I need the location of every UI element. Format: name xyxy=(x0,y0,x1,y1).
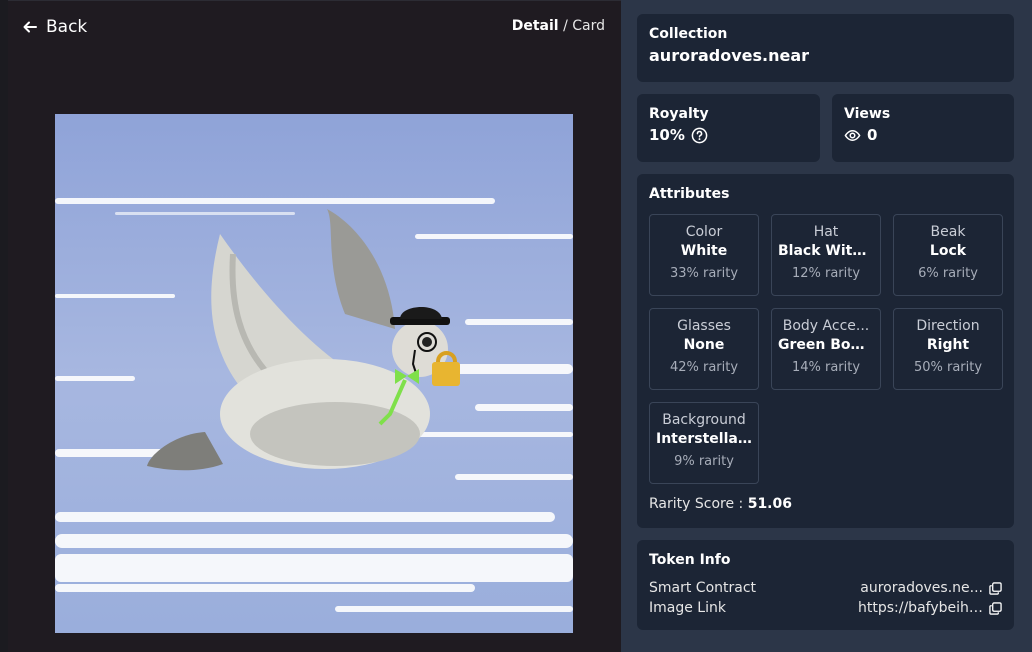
collection-value[interactable]: auroradoves.near xyxy=(649,46,1002,65)
attribute-name: Background xyxy=(662,412,746,428)
attribute-beak[interactable]: Beak Lock 6% rarity xyxy=(893,214,1003,296)
attributes-label: Attributes xyxy=(649,186,730,202)
arrow-left-icon xyxy=(23,21,37,33)
help-icon[interactable] xyxy=(691,127,708,144)
attribute-body-accessory[interactable]: Body Acce... Green Bow... 14% rarity xyxy=(771,308,881,390)
attribute-rarity: 50% rarity xyxy=(913,360,983,375)
breadcrumb-card[interactable]: Card xyxy=(572,18,605,34)
rarity-score-label: Rarity Score : xyxy=(649,496,744,512)
attribute-value: Interstellar... xyxy=(656,431,758,447)
attribute-hat[interactable]: Hat Black With ... 12% rarity xyxy=(771,214,881,296)
breadcrumb-detail: Detail xyxy=(511,18,559,34)
attribute-rarity: 14% rarity xyxy=(791,360,861,375)
rarity-score-value: 51.06 xyxy=(747,496,792,512)
breadcrumb: Detail / Card xyxy=(512,18,605,34)
rarity-score: Rarity Score : 51.06 xyxy=(649,496,792,512)
attribute-name: Glasses xyxy=(677,318,731,334)
breadcrumb-separator: / xyxy=(563,18,568,34)
views-label: Views xyxy=(844,106,891,122)
attribute-background[interactable]: Background Interstellar... 9% rarity xyxy=(649,402,759,484)
attribute-value: Lock xyxy=(929,243,967,259)
smart-contract-label: Smart Contract xyxy=(649,580,757,596)
attribute-name: Direction xyxy=(916,318,980,334)
attribute-name: Beak xyxy=(930,224,966,240)
image-link-label: Image Link xyxy=(649,600,726,616)
attribute-name: Body Acce... xyxy=(782,318,870,334)
royalty-card: Royalty 10% xyxy=(637,94,820,162)
dove-artwork xyxy=(55,114,573,633)
eye-icon xyxy=(844,129,861,141)
attribute-color[interactable]: Color White 33% rarity xyxy=(649,214,759,296)
info-sidebar: Collection auroradoves.near Royalty 10% … xyxy=(621,0,1032,652)
attribute-value: Green Bow... xyxy=(778,337,879,353)
attributes-card: Attributes Color White 33% rarity Hat Bl… xyxy=(637,174,1014,528)
attribute-value: Black With ... xyxy=(778,243,880,259)
attribute-name: Color xyxy=(685,224,723,240)
background-page-strip xyxy=(0,0,8,652)
image-link-value[interactable]: https://bafybeihgxv... xyxy=(858,600,983,616)
detail-panel: Back Detail / Card xyxy=(8,0,621,652)
image-link-row: Image Link https://bafybeihgxv... xyxy=(649,600,1002,616)
views-value: 0 xyxy=(867,126,878,144)
token-info-label: Token Info xyxy=(649,552,731,568)
attribute-rarity: 6% rarity xyxy=(918,266,978,281)
attribute-value: White xyxy=(680,243,728,259)
back-button[interactable]: Back xyxy=(22,17,87,37)
attribute-rarity: 12% rarity xyxy=(791,266,861,281)
attribute-direction[interactable]: Direction Right 50% rarity xyxy=(893,308,1003,390)
views-card: Views 0 xyxy=(832,94,1014,162)
attribute-rarity: 9% rarity xyxy=(674,454,734,469)
royalty-label: Royalty xyxy=(649,106,709,122)
attribute-value: None xyxy=(683,337,725,353)
nft-image xyxy=(55,114,573,633)
royalty-value: 10% xyxy=(649,126,685,144)
attribute-rarity: 33% rarity xyxy=(669,266,739,281)
attribute-value: Right xyxy=(926,337,970,353)
smart-contract-row: Smart Contract auroradoves.ne... xyxy=(649,580,1002,596)
collection-card: Collection auroradoves.near xyxy=(637,14,1014,82)
copy-icon[interactable] xyxy=(989,581,1002,595)
attribute-rarity: 42% rarity xyxy=(669,360,739,375)
attribute-name: Hat xyxy=(813,224,839,240)
back-label: Back xyxy=(46,17,88,37)
token-info-card: Token Info Smart Contract auroradoves.ne… xyxy=(637,540,1014,630)
collection-label: Collection xyxy=(649,26,728,42)
copy-icon[interactable] xyxy=(989,601,1002,615)
attribute-glasses[interactable]: Glasses None 42% rarity xyxy=(649,308,759,390)
smart-contract-value[interactable]: auroradoves.ne... xyxy=(860,580,983,596)
